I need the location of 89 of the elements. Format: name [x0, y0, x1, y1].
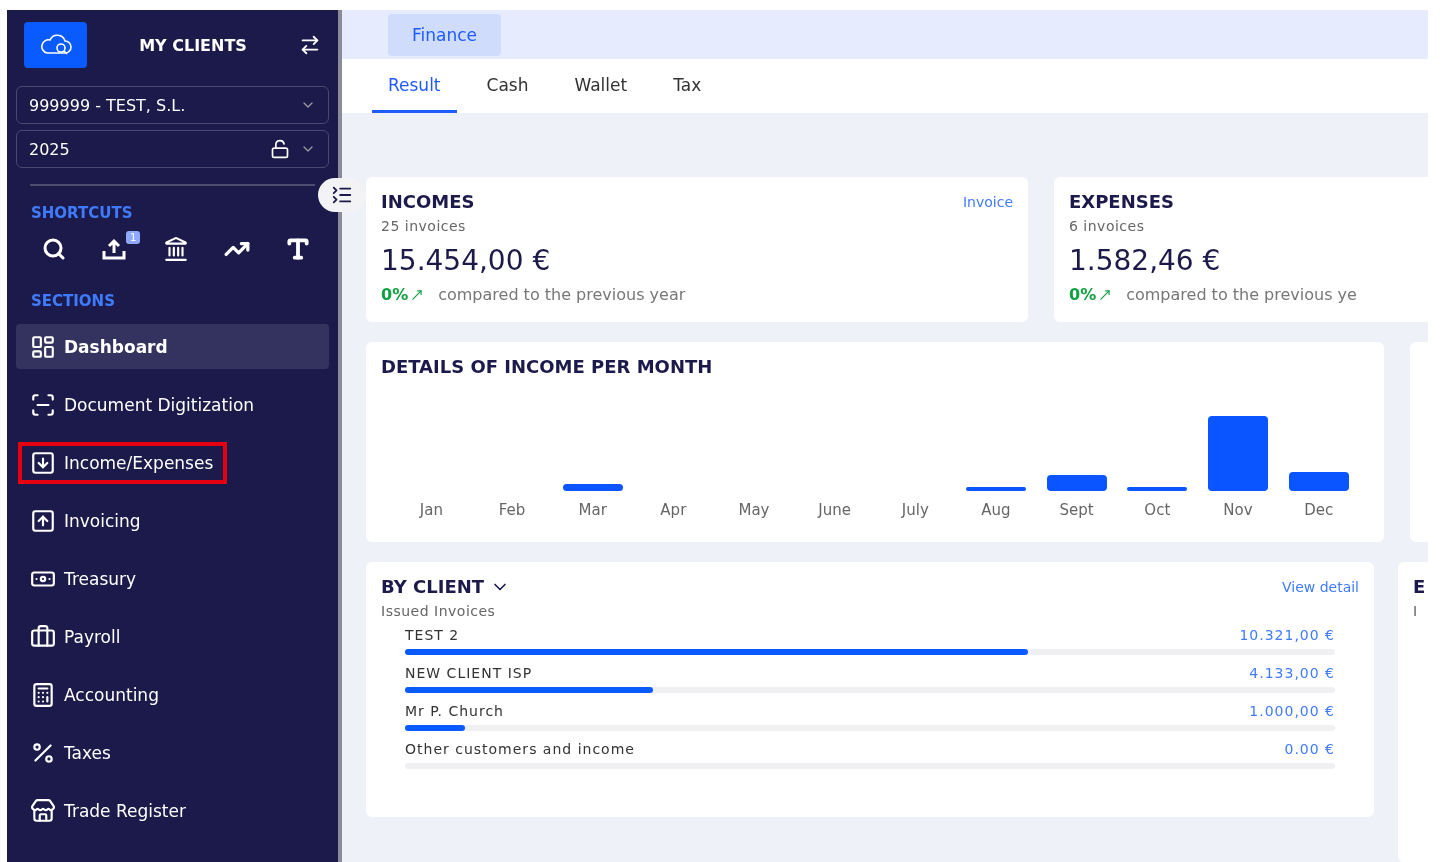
amount: 15.454,00 €: [381, 244, 552, 277]
menu-item-label: Treasury: [64, 568, 137, 589]
chart-bar: [966, 487, 1026, 491]
sidebar-item[interactable]: Treasury: [16, 556, 329, 601]
month-label: July: [901, 501, 929, 519]
chart-bar: [1046, 475, 1107, 491]
change-value: 0%: [381, 285, 409, 304]
view-detail-link[interactable]: View detail: [1281, 578, 1359, 595]
client-name: TEST 2: [405, 627, 460, 643]
menu-item-label: Invoicing: [64, 510, 141, 531]
amount: 1.582,46 €: [1069, 244, 1222, 277]
card-subtitle: I: [1413, 603, 1419, 619]
unlock-icon[interactable]: [270, 139, 290, 159]
menu-item-label: Dashboard: [64, 336, 168, 357]
card-title: INCOMES: [381, 191, 475, 212]
card-title: EXPENSES: [1069, 191, 1174, 212]
section-heading: SECTIONS: [30, 292, 116, 310]
tab[interactable]: Cash: [470, 59, 545, 113]
month-label: Mar: [578, 501, 607, 519]
client-name: Other customers and income: [405, 741, 635, 757]
menu-item-label: Income/Expenses: [64, 452, 214, 473]
briefcase-icon: [30, 623, 56, 650]
count-badge: 1: [125, 231, 141, 244]
month-label: Oct: [1144, 501, 1171, 519]
sidebar-item[interactable]: Dashboard: [16, 324, 329, 369]
sidebar-item[interactable]: Payroll: [16, 614, 329, 659]
month-label: Jan: [419, 501, 443, 519]
sidebar-title: MY CLIENTS: [138, 35, 248, 55]
card-subtitle: 6 invoices: [1069, 218, 1146, 234]
chart-bar: [1288, 472, 1349, 491]
upload-icon[interactable]: [101, 237, 128, 261]
month-label: Apr: [660, 501, 687, 519]
search-icon[interactable]: [42, 237, 66, 261]
client-amount: 10.321,00 €: [1239, 627, 1335, 643]
text-icon[interactable]: [285, 236, 311, 262]
menu-item-label: Trade Register: [64, 800, 186, 821]
client-amount: 1.000,00 €: [1249, 703, 1335, 719]
arrow-icon: [1098, 287, 1113, 302]
menu-item-label: Document Digitization: [64, 394, 255, 415]
month-label: Feb: [498, 501, 526, 519]
invoice-link[interactable]: Invoice: [962, 193, 1013, 210]
card-title: BY CLIENT: [381, 576, 511, 597]
month-label: Sept: [1059, 501, 1094, 519]
tab[interactable]: Tax: [657, 59, 718, 113]
comparison-text: compared to the previous ye: [1126, 285, 1357, 304]
menu-item-label: Payroll: [64, 626, 121, 647]
month-label: May: [738, 501, 770, 519]
card-subtitle: Issued Invoices: [381, 603, 497, 619]
change-value: 0%: [1069, 285, 1097, 304]
arrow-icon: [410, 287, 425, 302]
logo-icon[interactable]: [24, 22, 87, 68]
dashboard-icon: [30, 333, 56, 360]
menu-icon: [331, 184, 353, 206]
tab[interactable]: Wallet: [558, 59, 644, 113]
card-title: DETAILS OF INCOME PER MONTH: [381, 356, 713, 377]
company-select[interactable]: 999999 - TEST, S.L.: [16, 86, 329, 124]
switch-icon[interactable]: [299, 34, 321, 56]
month-label: Nov: [1223, 501, 1253, 519]
tab[interactable]: Result: [372, 59, 457, 113]
shop-icon: [30, 797, 56, 824]
month-label: Dec: [1304, 501, 1334, 519]
calculator-icon: [30, 681, 56, 708]
chart-bar: [562, 484, 623, 491]
sidebar-item[interactable]: Taxes: [16, 730, 329, 775]
client-amount: 0.00 €: [1284, 741, 1335, 757]
sidebar-item[interactable]: Income/Expenses: [16, 440, 329, 485]
sidebar-item[interactable]: Invoicing: [16, 498, 329, 543]
sidebar-item[interactable]: Trade Register: [16, 788, 329, 833]
card-subtitle: 25 invoices: [381, 218, 467, 234]
card-title: E: [1413, 576, 1426, 597]
month-label: June: [818, 501, 851, 519]
collapse-button[interactable]: [318, 178, 366, 212]
inbox-icon: [30, 449, 56, 476]
module-tab[interactable]: Finance: [388, 13, 502, 56]
sidebar-item[interactable]: Accounting: [16, 672, 329, 717]
client-name: Mr P. Church: [405, 703, 504, 719]
sidebar-item[interactable]: Document Digitization: [16, 382, 329, 427]
menu-item-label: Taxes: [64, 742, 111, 763]
menu-item-label: Accounting: [64, 684, 159, 705]
comparison-text: compared to the previous year: [438, 285, 686, 304]
client-name: NEW CLIENT ISP: [405, 665, 533, 681]
year-select[interactable]: 2025: [16, 130, 329, 168]
tray-icon: [30, 507, 56, 534]
chart-bar: [1127, 487, 1188, 491]
scanner-icon: [30, 391, 56, 418]
bank-icon[interactable]: [162, 236, 189, 262]
client-amount: 4.133,00 €: [1249, 665, 1335, 681]
section-heading: SHORTCUTS: [30, 204, 134, 222]
month-label: Aug: [981, 501, 1011, 519]
